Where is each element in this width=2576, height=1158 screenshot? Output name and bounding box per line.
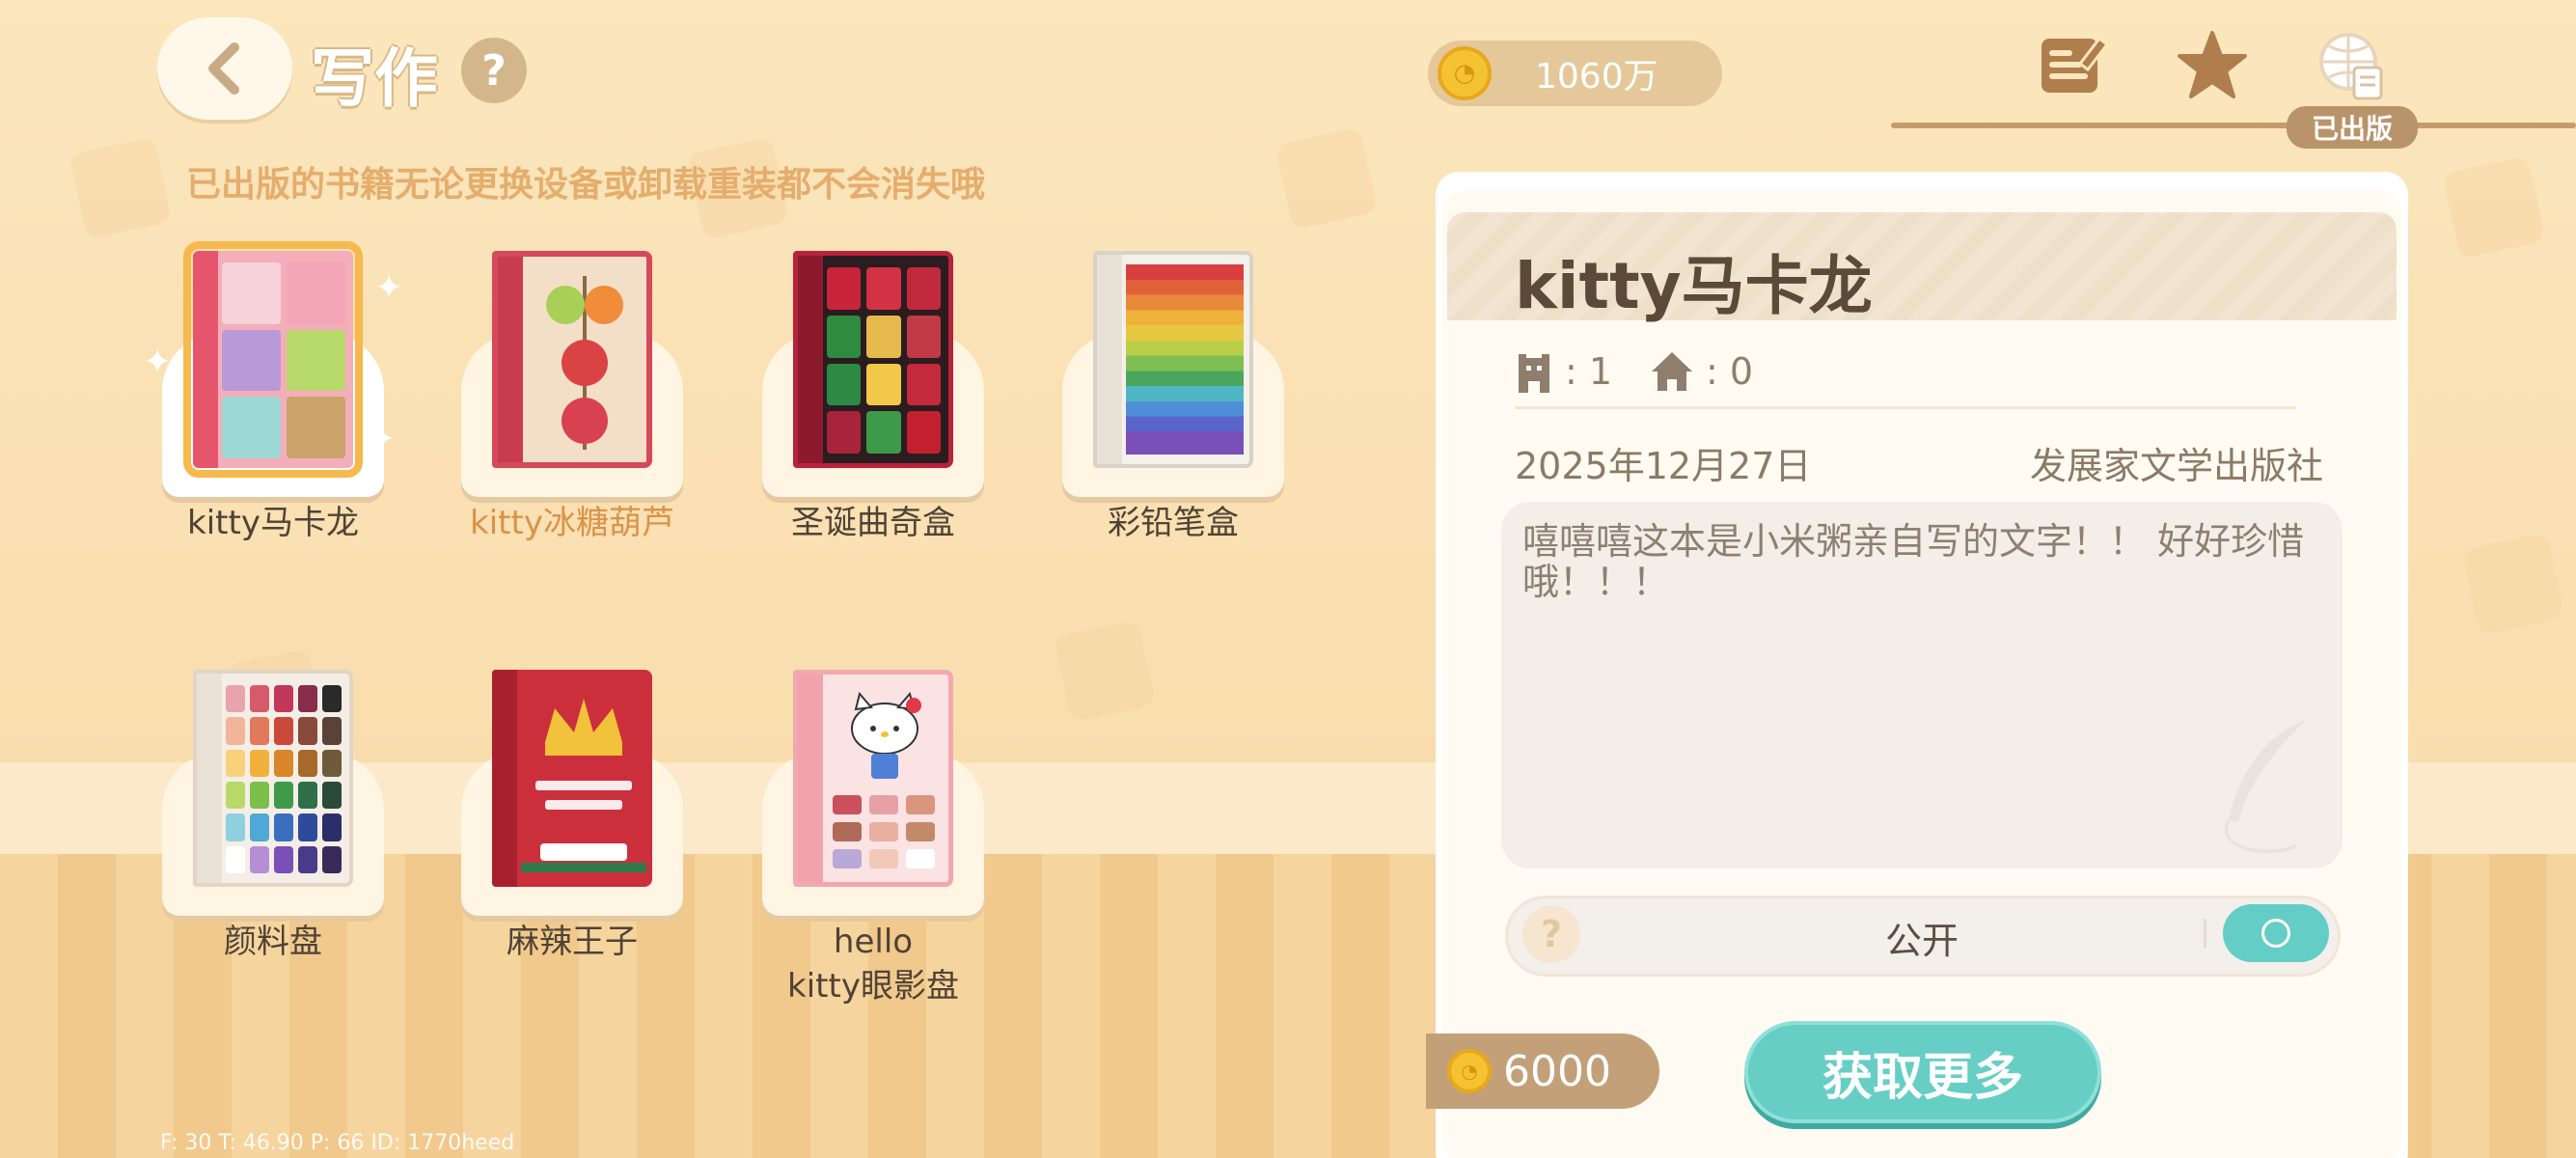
favorites-button[interactable] [2176,29,2249,102]
publish-date: 2025年12月27日 [1515,445,1812,487]
book-cover [492,251,652,468]
book-label: 圣诞曲奇盒 [791,504,955,542]
star-icon [2178,31,2247,98]
book-cover [193,670,353,887]
sparkle-icon: ✦ [367,420,397,459]
deco-book-icon [69,136,173,240]
visibility-toggle[interactable] [2223,904,2329,962]
book-spine [193,251,218,468]
deco-book-icon [2442,155,2546,260]
toggle-knob-icon [2261,919,2290,948]
published-tab-label[interactable]: 已出版 [2287,106,2418,149]
book-card-spicy-prince[interactable] [461,670,683,921]
homes-count: 0 [1729,350,1753,393]
book-spine [492,670,517,887]
paint-grid [226,685,342,873]
readers-count: 1 [1588,350,1612,393]
readers-sep: : [1565,350,1577,393]
readers-stat: : 1 [1515,350,1612,393]
header-divider [1891,123,2576,128]
book-spine [197,674,222,883]
price-value: 6000 [1503,1046,1611,1096]
book-label: hello kitty眼影盘 [787,923,959,1006]
quill-icon [2224,720,2306,854]
book-label: 麻辣王子 [507,923,638,961]
publisher-name: 发展家文学出版社 [2029,445,2323,487]
book-spine [798,256,823,463]
toggle-separator [2204,919,2206,948]
homes-sep: : [1706,350,1718,393]
price-tag: ◔ 6000 [1426,1034,1659,1109]
book-cover [1093,251,1253,468]
detail-divider [1515,406,2296,409]
book-label: kitty马卡龙 [187,504,359,542]
book-card-hello-kitty-eyeshadow[interactable] [762,670,984,921]
book-cover [793,670,953,887]
visibility-label: 公开 [1884,920,1959,962]
crown-art [521,699,646,872]
coin-balance: ◔ 1060万 [1428,41,1722,106]
book-spine [798,675,823,882]
cookie-grid [827,267,941,454]
help-icon[interactable]: ? [461,38,527,103]
hello-kitty-art [851,691,921,779]
homes-stat: : 0 [1650,350,1753,393]
book-card-paint-palette[interactable] [162,670,384,921]
published-books-icon [2319,33,2383,100]
deco-book-icon [1274,126,1379,231]
book-card-kitty-tanghulu[interactable] [461,251,683,502]
coin-icon: ◔ [1447,1049,1492,1093]
published-books-button[interactable] [2316,29,2389,102]
book-spine [498,257,523,462]
coin-balance-value: 1060万 [1535,57,1658,96]
macaron-grid [222,262,345,458]
detail-book-title: kitty马卡龙 [1515,249,1873,323]
sparkle-icon: ✦ [374,268,404,308]
book-label: 颜料盘 [224,923,322,961]
visibility-help-icon[interactable]: ? [1522,905,1580,963]
book-cover [793,251,953,468]
write-icon [2042,36,2109,93]
sparkle-icon: ✦ [143,343,173,382]
coin-icon: ◔ [1438,46,1492,100]
deco-book-icon [2461,532,2565,636]
get-more-button[interactable]: 获取更多 [1744,1021,2101,1123]
notice-text: 已出版的书籍无论更换设备或卸载重装都不会消失哦 [186,165,986,205]
eyeshadow-grid [833,795,935,868]
book-card-colored-pencil-box[interactable] [1062,251,1284,502]
book-label: kitty冰糖葫芦 [470,504,674,542]
book-cover [492,670,652,887]
book-label: 彩铅笔盒 [1108,504,1239,542]
debug-info: F: 30 T: 46.90 P: 66 ID: 1770heed [160,1131,515,1155]
book-cover [183,241,363,478]
description-text: 嘻嘻嘻这本是小米粥亲自写的文字！！ 好好珍惜哦！！！ [1522,520,2305,603]
reader-icon [1519,354,1549,393]
page-title: 写作 [311,41,438,116]
pencil-stripes [1126,264,1244,455]
home-icon [1652,352,1692,391]
tanghulu-art [546,276,623,450]
deco-book-icon [1053,619,1157,723]
book-card-christmas-cookie-box[interactable] [762,251,984,502]
back-arrow-icon [208,42,239,95]
back-button[interactable] [157,17,292,120]
book-card-kitty-macaron[interactable]: ✦ ✦ ✦ [143,241,403,502]
write-button[interactable] [2036,29,2109,102]
book-spine [1097,255,1122,464]
